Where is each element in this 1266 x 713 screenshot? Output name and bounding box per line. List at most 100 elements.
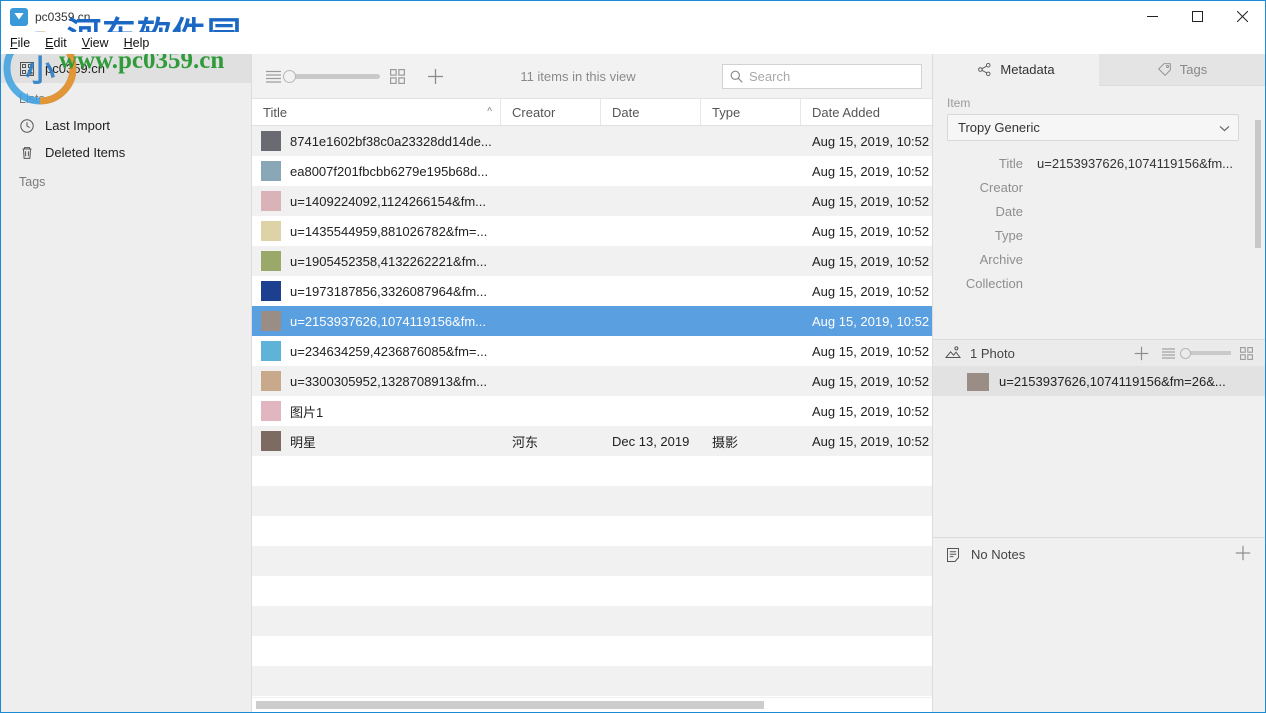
- row-thumbnail: [261, 221, 281, 241]
- table-row-empty[interactable]: [252, 636, 932, 666]
- metadata-field-label: Creator: [947, 180, 1037, 195]
- cell-title: 明星: [252, 431, 501, 451]
- cell-text: 8741e1602bf38c0a23328dd14de...: [290, 134, 492, 149]
- table-row-empty[interactable]: [252, 546, 932, 576]
- clock-icon: [19, 118, 35, 134]
- photos-toolbar: [1134, 346, 1253, 361]
- photos-zoom-slider-knob[interactable]: [1180, 348, 1191, 359]
- row-thumbnail: [261, 191, 281, 211]
- project-name: pc0359.cn: [45, 61, 105, 76]
- tab-tags[interactable]: Tags: [1099, 54, 1265, 86]
- metadata-field[interactable]: Archive: [947, 247, 1251, 271]
- metadata-field[interactable]: Type: [947, 223, 1251, 247]
- sidebar-item-last-import[interactable]: Last Import: [1, 112, 251, 139]
- zoom-slider-knob[interactable]: [283, 70, 296, 83]
- cell-title: u=234634259,4236876085&fm=...: [252, 341, 501, 361]
- search-placeholder: Search: [749, 69, 790, 84]
- table-row[interactable]: 图片1Aug 15, 2019, 10:52: [252, 396, 932, 426]
- metadata-field[interactable]: Titleu=2153937626,1074119156&fm...: [947, 151, 1251, 175]
- grid-view-icon[interactable]: [390, 69, 405, 84]
- column-header-date-added[interactable]: Date Added: [801, 99, 931, 125]
- table-row-empty[interactable]: [252, 576, 932, 606]
- column-header-label: Creator: [512, 105, 555, 120]
- cell-date_added: Aug 15, 2019, 10:52: [801, 284, 931, 299]
- metadata-field[interactable]: Creator: [947, 175, 1251, 199]
- cell-title: u=2153937626,1074119156&fm...: [252, 311, 501, 331]
- add-note-button[interactable]: [1235, 545, 1251, 564]
- table-row[interactable]: 8741e1602bf38c0a23328dd14de... Aug 15, 20…: [252, 126, 932, 156]
- sidebar-project[interactable]: pc0359.cn: [1, 54, 251, 83]
- table-row[interactable]: u=234634259,4236876085&fm=...Aug 15, 201…: [252, 336, 932, 366]
- photo-name: u=2153937626,1074119156&fm=26&...: [999, 374, 1226, 389]
- metadata-field[interactable]: Date: [947, 199, 1251, 223]
- photos-list-view-icon[interactable]: [1162, 348, 1175, 359]
- sidebar-item-deleted-items[interactable]: Deleted Items: [1, 139, 251, 166]
- table-row[interactable]: u=2153937626,1074119156&fm...Aug 15, 201…: [252, 306, 932, 336]
- table-header: Title ^ Creator Date Type Date Added: [252, 99, 932, 126]
- column-header-label: Type: [712, 105, 740, 120]
- menu-file[interactable]: File: [10, 32, 39, 54]
- menu-view[interactable]: View: [82, 32, 118, 54]
- table-row[interactable]: u=1435544959,881026782&fm=...Aug 15, 201…: [252, 216, 932, 246]
- row-thumbnail: [261, 401, 281, 421]
- table-row[interactable]: ea8007f201fbcbb6279e195b68d...Aug 15, 20…: [252, 156, 932, 186]
- table-row[interactable]: u=1973187856,3326087964&fm...Aug 15, 201…: [252, 276, 932, 306]
- table-row[interactable]: u=1905452358,4132262221&fm...Aug 15, 201…: [252, 246, 932, 276]
- horizontal-scrollbar-thumb[interactable]: [256, 701, 764, 709]
- photo-list-item[interactable]: u=2153937626,1074119156&fm=26&...: [933, 367, 1265, 396]
- view-controls: [266, 68, 444, 85]
- template-select[interactable]: Tropy Generic: [947, 114, 1239, 141]
- main-body: pc0359.cn Lists Last Import: [1, 54, 1265, 712]
- photos-zoom-slider-track[interactable]: [1189, 351, 1231, 355]
- table-row-empty[interactable]: [252, 486, 932, 516]
- tab-metadata[interactable]: Metadata: [933, 54, 1099, 86]
- column-header-date[interactable]: Date: [601, 99, 701, 125]
- items-toolbar: 11 items in this view Search: [252, 54, 932, 99]
- column-header-label: Date: [612, 105, 639, 120]
- table-row-empty[interactable]: [252, 456, 932, 486]
- column-header-type[interactable]: Type: [701, 99, 801, 125]
- cell-date_added: Aug 15, 2019, 10:52: [801, 374, 931, 389]
- cell-creator: 河东: [501, 432, 601, 451]
- horizontal-scrollbar[interactable]: [252, 697, 932, 712]
- column-header-creator[interactable]: Creator: [501, 99, 601, 125]
- tropy-icon: [10, 8, 28, 26]
- metadata-field[interactable]: Collection: [947, 271, 1251, 295]
- metadata-scrollbar-thumb[interactable]: [1255, 120, 1261, 248]
- zoom-slider-track[interactable]: [294, 74, 380, 79]
- cell-date_added: Aug 15, 2019, 10:52: [801, 164, 931, 179]
- maximize-button[interactable]: [1175, 1, 1220, 32]
- column-header-title[interactable]: Title ^: [252, 99, 501, 125]
- sidebar-tags-heading: Tags: [1, 166, 251, 195]
- search-input[interactable]: Search: [722, 64, 922, 89]
- table-row[interactable]: 明星河东Dec 13, 2019摄影Aug 15, 2019, 10:52: [252, 426, 932, 456]
- items-table-body[interactable]: 8741e1602bf38c0a23328dd14de... Aug 15, 20…: [252, 126, 932, 697]
- add-photo-button[interactable]: [1134, 346, 1149, 361]
- metadata-field-label: Collection: [947, 276, 1037, 291]
- metadata-field-value[interactable]: u=2153937626,1074119156&fm...: [1037, 156, 1251, 171]
- cell-date_added: Aug 15, 2019, 10:52: [801, 434, 931, 449]
- table-row-empty[interactable]: [252, 516, 932, 546]
- menu-edit[interactable]: Edit: [45, 32, 76, 54]
- metadata-field-label: Archive: [947, 252, 1037, 267]
- list-view-icon[interactable]: [266, 70, 281, 83]
- menu-help[interactable]: Help: [124, 32, 159, 54]
- menu-bar: File Edit View Help: [1, 32, 1265, 54]
- cell-date_added: Aug 15, 2019, 10:52: [801, 134, 931, 149]
- table-row-empty[interactable]: [252, 606, 932, 636]
- photos-list[interactable]: u=2153937626,1074119156&fm=26&...: [933, 367, 1265, 537]
- add-item-button[interactable]: [427, 68, 444, 85]
- minimize-button[interactable]: [1130, 1, 1175, 32]
- row-thumbnail: [261, 161, 281, 181]
- close-button[interactable]: [1220, 1, 1265, 32]
- table-row[interactable]: u=1409224092,1124266154&fm...Aug 15, 201…: [252, 186, 932, 216]
- project-icon: [19, 61, 35, 77]
- row-thumbnail: [261, 371, 281, 391]
- cell-text: u=1409224092,1124266154&fm...: [290, 194, 486, 209]
- search-icon: [730, 70, 743, 83]
- photos-grid-view-icon[interactable]: [1240, 347, 1253, 360]
- zoom-slider[interactable]: [283, 70, 380, 83]
- table-row[interactable]: u=3300305952,1328708913&fm...Aug 15, 201…: [252, 366, 932, 396]
- tropy-window: pc0359.cn File Edit View Help: [0, 0, 1266, 713]
- table-row-empty[interactable]: [252, 666, 932, 696]
